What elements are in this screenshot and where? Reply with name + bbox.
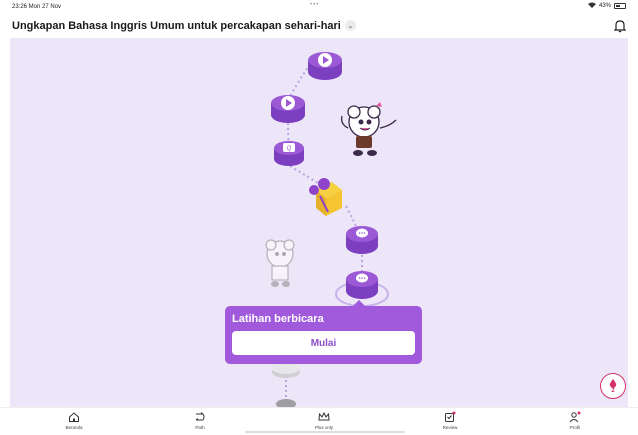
lesson-node-quiz[interactable]: Q — [274, 141, 304, 166]
path-icon — [195, 412, 205, 421]
treasure-chest-icon[interactable] — [309, 178, 342, 216]
tab-path[interactable]: Path — [170, 411, 230, 430]
top-bar: Ungkapan Bahasa Inggris Umum untuk perca… — [0, 13, 638, 38]
lesson-node-video-2[interactable] — [271, 95, 305, 123]
status-bar: 23:26 Mon 27 Nov ••• 43% — [0, 0, 638, 13]
tab-label: Beranda — [65, 425, 83, 430]
status-right: 43% — [587, 2, 626, 10]
streak-count: 2 — [611, 387, 615, 394]
lesson-node-locked[interactable] — [272, 362, 300, 407]
mascot-illustration — [340, 102, 397, 156]
multitask-dots[interactable]: ••• — [310, 2, 319, 8]
profile-icon — [569, 411, 581, 423]
mascot-ghost-illustration — [265, 239, 295, 287]
popup-title: Latihan berbicara — [232, 313, 324, 325]
tab-review[interactable]: Review — [420, 411, 480, 430]
tab-label: Profil — [569, 425, 581, 430]
tab-label: Review — [442, 425, 458, 430]
status-time: 23:26 Mon 27 Nov — [12, 3, 62, 10]
streak-drop-icon — [609, 378, 617, 388]
battery-icon — [614, 3, 626, 9]
crown-icon — [318, 411, 330, 421]
course-title[interactable]: Ungkapan Bahasa Inggris Umum untuk perca… — [12, 20, 341, 32]
svg-text:Q: Q — [287, 146, 292, 152]
lesson-node-chat-1[interactable] — [346, 226, 378, 254]
start-button[interactable]: Mulai — [232, 331, 415, 355]
streak-button[interactable]: 2 — [600, 373, 626, 399]
chevron-down-icon[interactable]: ⌄ — [344, 20, 356, 31]
tab-plus-only[interactable]: Plus only — [294, 411, 354, 430]
battery-percent: 43% — [598, 3, 611, 9]
wifi-icon — [587, 2, 596, 10]
lesson-popup: Latihan berbicara Mulai — [225, 300, 422, 364]
home-icon — [69, 412, 79, 422]
tab-label: Path — [195, 425, 205, 430]
bell-icon[interactable] — [613, 19, 627, 33]
review-icon — [445, 411, 456, 422]
tab-profile[interactable]: Profil — [545, 411, 605, 430]
lesson-node-video-1[interactable] — [308, 52, 342, 80]
home-indicator[interactable] — [245, 431, 405, 433]
tab-home[interactable]: Beranda — [44, 411, 104, 430]
tab-label: Plus only — [314, 425, 334, 430]
